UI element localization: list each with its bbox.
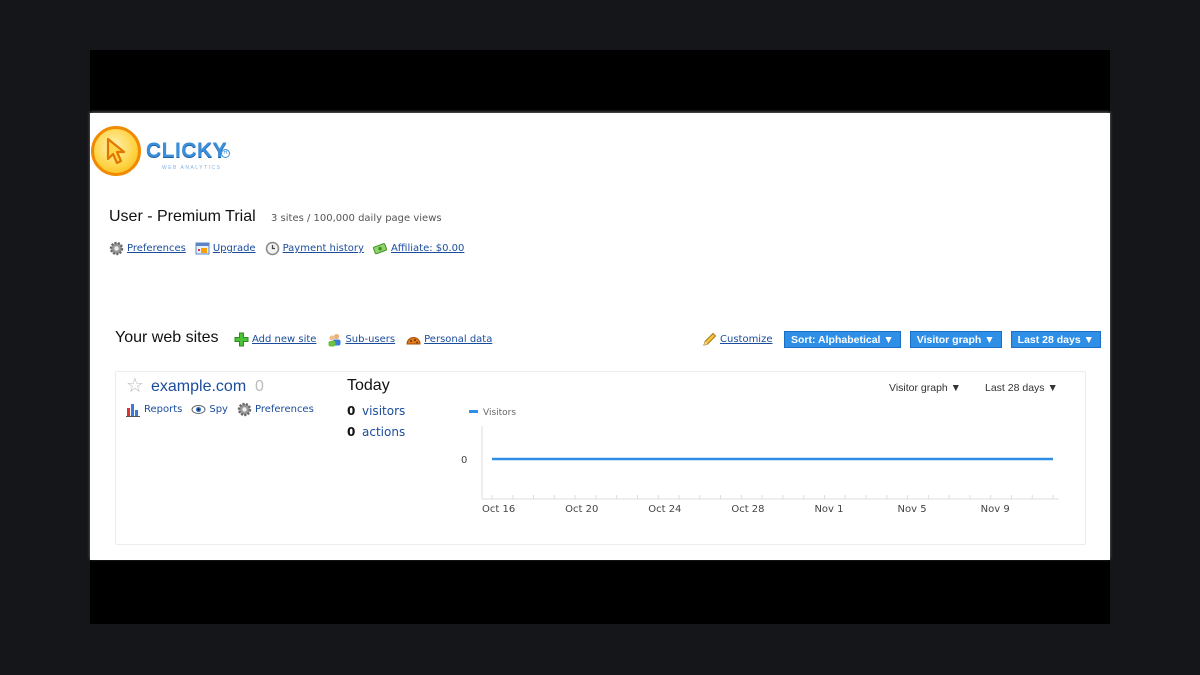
account-meta: 3 sites / 100,000 daily page views <box>271 213 442 224</box>
site-visitor-count: 0 <box>255 378 264 395</box>
gear-icon <box>237 402 252 417</box>
cookie-icon <box>406 332 421 347</box>
affiliate-link-label: Affiliate: $0.00 <box>390 243 465 254</box>
visitors-stat: 0 visitors <box>347 404 405 418</box>
site-preferences-link[interactable]: Preferences <box>237 402 314 417</box>
site-links: Reports Spy Preferences <box>126 402 314 417</box>
account-title: User - Premium Trial <box>109 208 256 225</box>
spy-link-label: Spy <box>209 404 228 415</box>
clicky-logo[interactable]: CLICKY R WEB ANALYTICS <box>90 125 250 181</box>
dashboard-page: CLICKY R WEB ANALYTICS User - Premium Tr… <box>90 113 1110 560</box>
payment-history-link-label: Payment history <box>282 243 364 254</box>
add-new-site-link[interactable]: Add new site <box>234 332 316 347</box>
clock-icon <box>265 241 280 256</box>
legend-label: Visitors <box>483 408 516 418</box>
preferences-link[interactable]: Preferences <box>109 241 186 256</box>
web-sites-links: Add new site Sub-users Personal data <box>234 332 492 347</box>
favorite-star-icon[interactable]: ☆ <box>126 375 144 395</box>
legend-swatch <box>469 410 478 413</box>
visitors-value: 0 <box>347 404 356 418</box>
registered-mark: R <box>221 149 230 158</box>
x-tick-label: Nov 9 <box>981 504 1010 515</box>
upgrade-link-label: Upgrade <box>212 243 256 254</box>
pencil-icon <box>702 332 717 347</box>
view-controls: Sort: Alphabetical ▼ Visitor graph ▼ Las… <box>784 331 1102 348</box>
sort-dropdown-button[interactable]: Sort: Alphabetical ▼ <box>784 331 901 348</box>
logo-wordmark: CLICKY <box>146 139 228 162</box>
date-range-dropdown-button[interactable]: Last 28 days ▼ <box>1010 331 1102 348</box>
x-tick-label: Oct 28 <box>731 504 764 515</box>
affiliate-link[interactable]: Affiliate: $0.00 <box>372 241 465 256</box>
upgrade-link[interactable]: Upgrade <box>195 241 256 256</box>
actions-stat: 0 actions <box>347 425 405 439</box>
site-card: ☆ example.com 0 Reports Spy Preferences <box>115 371 1086 545</box>
card-visitor-graph-dropdown[interactable]: Visitor graph ▼ <box>889 382 961 394</box>
add-new-site-label: Add new site <box>252 334 317 345</box>
actions-value: 0 <box>347 425 356 439</box>
logo-tagline: WEB ANALYTICS <box>162 165 222 171</box>
card-date-range-dropdown[interactable]: Last 28 days ▼ <box>985 382 1058 394</box>
your-web-sites-heading: Your web sites <box>115 329 219 346</box>
site-preferences-label: Preferences <box>254 404 314 415</box>
gear-icon <box>109 241 124 256</box>
x-tick-label: Oct 20 <box>565 504 598 515</box>
reports-link-label: Reports <box>144 404 183 415</box>
users-icon <box>327 332 342 347</box>
x-tick-label: Oct 16 <box>482 504 515 515</box>
x-tick-label: Oct 24 <box>648 504 681 515</box>
eye-icon <box>191 402 206 417</box>
plus-icon <box>234 332 249 347</box>
bar-chart-icon <box>126 402 141 417</box>
visitors-chart: Visitors 0 Oct 16 Oct 20 Oct 24 Oct 28 Nov 1 No… <box>461 408 1059 515</box>
cursor-logo-icon <box>91 126 141 176</box>
upgrade-icon <box>195 241 210 256</box>
visitor-graph-dropdown-button[interactable]: Visitor graph ▼ <box>909 331 1002 348</box>
customize-link[interactable]: Customize <box>702 332 773 347</box>
reports-link[interactable]: Reports <box>126 402 182 417</box>
y-tick-label: 0 <box>461 455 467 466</box>
personal-data-label: Personal data <box>424 334 493 345</box>
account-links: Preferences Upgrade Payment history Affi… <box>109 241 464 256</box>
money-icon <box>372 241 388 256</box>
sub-users-label: Sub-users <box>345 334 396 345</box>
sub-users-link[interactable]: Sub-users <box>327 332 395 347</box>
site-name-link[interactable]: example.com <box>151 378 246 396</box>
payment-history-link[interactable]: Payment history <box>265 241 364 256</box>
visitors-label[interactable]: visitors <box>362 404 405 418</box>
customize-label: Customize <box>720 334 773 345</box>
spy-link[interactable]: Spy <box>191 402 228 417</box>
preferences-link-label: Preferences <box>127 243 186 254</box>
today-heading: Today <box>347 377 390 394</box>
x-tick-label: Nov 1 <box>814 504 843 515</box>
x-tick-label: Nov 5 <box>898 504 927 515</box>
personal-data-link[interactable]: Personal data <box>406 332 492 347</box>
actions-label[interactable]: actions <box>362 425 405 439</box>
